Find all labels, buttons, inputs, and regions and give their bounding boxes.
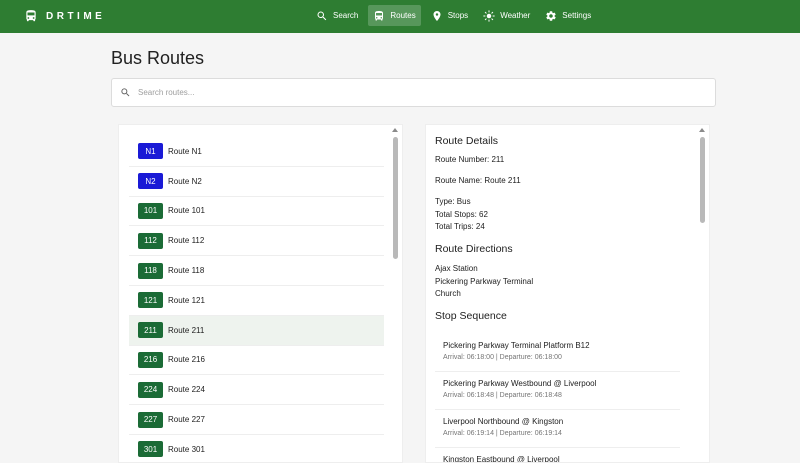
route-number-text: Route Number: 211	[435, 155, 505, 164]
gear-icon	[546, 10, 556, 21]
nav-weather-label: Weather	[500, 11, 531, 20]
direction-item: Church	[435, 289, 461, 298]
route-name: Route 224	[168, 385, 205, 395]
total-trips-text: Total Trips: 24	[435, 222, 485, 231]
stop-item[interactable]: Kingston Eastbound @ Liverpool	[435, 449, 680, 463]
details-scrollbar[interactable]	[699, 125, 706, 462]
route-list: N1 Route N1 N2 Route N2 101 Route 101 11…	[129, 137, 384, 462]
nav-search[interactable]: Search	[311, 5, 363, 26]
scroll-up-arrow-icon[interactable]	[699, 128, 705, 132]
route-details-heading: Route Details	[435, 135, 499, 147]
direction-item: Ajax Station	[435, 264, 478, 273]
route-badge: 211	[138, 322, 163, 339]
stop-times: Arrival: 06:19:14 | Departure: 06:19:14	[443, 430, 562, 437]
scrollbar-thumb[interactable]	[700, 137, 705, 223]
nav-settings-label: Settings	[562, 11, 592, 20]
search-icon	[317, 11, 327, 20]
route-name: Route 101	[168, 206, 205, 216]
total-stops-text: Total Stops: 62	[435, 210, 488, 219]
route-item-216[interactable]: 216 Route 216	[129, 346, 384, 376]
route-name: Route N1	[168, 146, 202, 156]
route-item-211[interactable]: 211 Route 211	[129, 315, 384, 346]
route-name-text: Route Name: Route 211	[435, 176, 521, 185]
route-item-118[interactable]: 118 Route 118	[129, 256, 384, 286]
route-list-panel: N1 Route N1 N2 Route N2 101 Route 101 11…	[118, 124, 403, 463]
route-badge: N2	[138, 173, 163, 190]
route-list-scrollbar[interactable]	[392, 125, 399, 462]
stop-times: Arrival: 06:18:48 | Departure: 06:18:48	[443, 392, 562, 399]
route-name: Route 112	[168, 236, 205, 246]
route-badge: 101	[138, 202, 163, 219]
route-name: Route 301	[168, 444, 205, 454]
brand-name: DRTIME	[46, 10, 106, 22]
route-badge: 224	[138, 381, 163, 398]
stop-times: Arrival: 06:18:00 | Departure: 06:18:00	[443, 354, 562, 361]
brand-logo[interactable]: DRTIME	[24, 8, 105, 24]
nav-routes[interactable]: Routes	[368, 5, 421, 26]
route-badge: 112	[138, 232, 163, 249]
stop-name: Pickering Parkway Westbound @ Liverpool	[443, 379, 597, 388]
nav-settings[interactable]: Settings	[540, 5, 596, 26]
search-box[interactable]	[111, 78, 716, 107]
route-name: Route 211	[168, 325, 205, 335]
route-item-227[interactable]: 227 Route 227	[129, 405, 384, 435]
nav-stops[interactable]: Stops	[426, 5, 473, 26]
route-name: Route 121	[168, 295, 205, 305]
route-item-112[interactable]: 112 Route 112	[129, 226, 384, 257]
route-item-n2[interactable]: N2 Route N2	[129, 167, 384, 197]
route-details-panel: Route Details Route Number: 211 Route Na…	[425, 124, 710, 463]
search-icon	[121, 88, 130, 97]
route-name: Route 216	[168, 355, 205, 365]
route-name: Route N2	[168, 176, 202, 186]
route-badge: 227	[138, 411, 163, 428]
stop-name: Kingston Eastbound @ Liverpool	[443, 455, 560, 463]
stop-name: Pickering Parkway Terminal Platform B12	[443, 341, 590, 350]
route-item-224[interactable]: 224 Route 224	[129, 375, 384, 406]
scrollbar-thumb[interactable]	[393, 137, 398, 259]
route-name: Route 118	[168, 266, 205, 276]
route-badge: 301	[138, 441, 163, 458]
main-nav: Search Routes Stops Weather Settings	[311, 5, 601, 26]
stop-item[interactable]: Pickering Parkway Westbound @ Liverpool …	[435, 373, 680, 410]
route-badge: N1	[138, 143, 163, 160]
bus-icon	[26, 10, 36, 22]
page-title: Bus Routes	[111, 48, 205, 68]
nav-weather[interactable]: Weather	[478, 5, 535, 26]
route-badge: 118	[138, 262, 163, 279]
nav-search-label: Search	[333, 11, 359, 20]
nav-stops-label: Stops	[447, 11, 469, 20]
search-input[interactable]	[138, 88, 698, 97]
sun-icon	[483, 9, 495, 22]
nav-routes-label: Routes	[390, 11, 416, 20]
scroll-up-arrow-icon[interactable]	[392, 128, 398, 132]
route-type-text: Type: Bus	[435, 197, 471, 206]
route-directions-heading: Route Directions	[435, 243, 513, 255]
stop-item[interactable]: Pickering Parkway Terminal Platform B12 …	[435, 335, 680, 372]
route-name: Route 227	[168, 415, 205, 425]
top-app-bar: DRTIME Search Routes Stops Weather Setti…	[0, 0, 800, 33]
route-badge: 216	[138, 351, 163, 368]
direction-item: Pickering Parkway Terminal	[435, 277, 534, 286]
stop-item[interactable]: Liverpool Northbound @ Kingston Arrival:…	[435, 411, 680, 448]
route-item-101[interactable]: 101 Route 101	[129, 197, 384, 227]
stop-sequence-heading: Stop Sequence	[435, 310, 507, 322]
route-badge: 121	[138, 292, 163, 309]
route-item-301[interactable]: 301 Route 301	[129, 435, 384, 462]
location-pin-icon	[433, 10, 441, 21]
route-item-121[interactable]: 121 Route 121	[129, 286, 384, 316]
stop-name: Liverpool Northbound @ Kingston	[443, 417, 564, 426]
bus-icon	[375, 10, 384, 20]
route-item-n1[interactable]: N1 Route N1	[129, 137, 384, 167]
